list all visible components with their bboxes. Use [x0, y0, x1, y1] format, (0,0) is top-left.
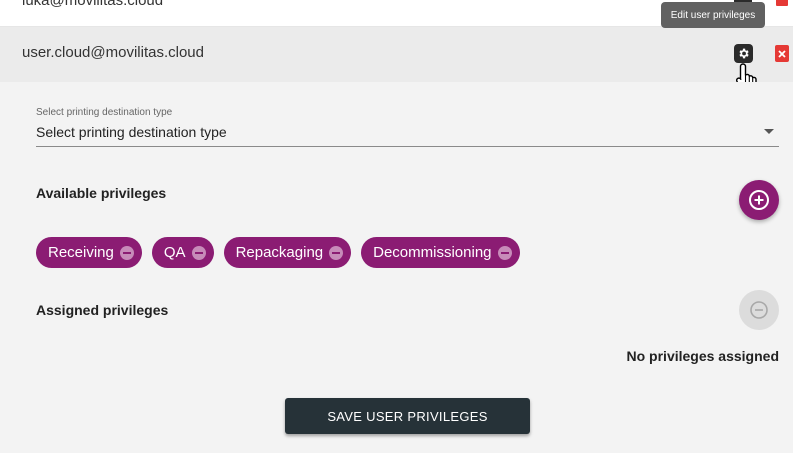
printing-destination-value[interactable]: Select printing destination type: [36, 124, 227, 140]
user-email: user.cloud@movilitas.cloud: [22, 44, 204, 61]
chip-label: Receiving: [48, 244, 114, 261]
privilege-chip-receiving[interactable]: Receiving: [36, 237, 142, 268]
printing-destination-label: Select printing destination type: [36, 107, 173, 118]
chip-label: Repackaging: [235, 244, 324, 261]
add-privilege-button[interactable]: [739, 180, 779, 220]
save-privileges-button[interactable]: SAVE USER PRIVILEGES: [285, 398, 530, 434]
privilege-chip-decommissioning[interactable]: Decommissioning: [361, 237, 520, 268]
chip-label: Decommissioning: [373, 244, 492, 261]
trash-icon[interactable]: [776, 0, 788, 6]
plus-circle-icon: [749, 190, 769, 210]
gear-icon: [739, 48, 749, 59]
minus-icon[interactable]: [497, 245, 512, 260]
minus-circle-icon: [750, 301, 768, 319]
chip-label: QA: [163, 244, 186, 261]
select-underline: [36, 146, 779, 147]
minus-icon[interactable]: [191, 245, 206, 260]
trash-icon: [778, 49, 786, 58]
user-privileges-page: luka@movilitas.cloud Edit user privilege…: [0, 0, 793, 453]
delete-user-button[interactable]: [775, 45, 789, 62]
minus-icon[interactable]: [119, 245, 134, 260]
no-privileges-message: No privileges assigned: [626, 348, 780, 364]
user-email: luka@movilitas.cloud: [22, 0, 164, 9]
user-row-selected[interactable]: user.cloud@movilitas.cloud: [0, 27, 793, 82]
tooltip: Edit user privileges: [661, 2, 765, 28]
edit-privileges-button[interactable]: [734, 44, 753, 63]
privilege-chip-qa[interactable]: QA: [151, 237, 214, 268]
minus-icon[interactable]: [329, 245, 344, 260]
assigned-privileges-heading: Assigned privileges: [36, 302, 169, 318]
remove-privilege-button[interactable]: [739, 290, 779, 330]
available-privileges-list: Receiving QA Repackaging Decommissioning: [36, 237, 520, 268]
available-privileges-heading: Available privileges: [36, 185, 167, 201]
chevron-down-icon[interactable]: [764, 129, 774, 134]
privilege-chip-repackaging[interactable]: Repackaging: [223, 237, 352, 268]
